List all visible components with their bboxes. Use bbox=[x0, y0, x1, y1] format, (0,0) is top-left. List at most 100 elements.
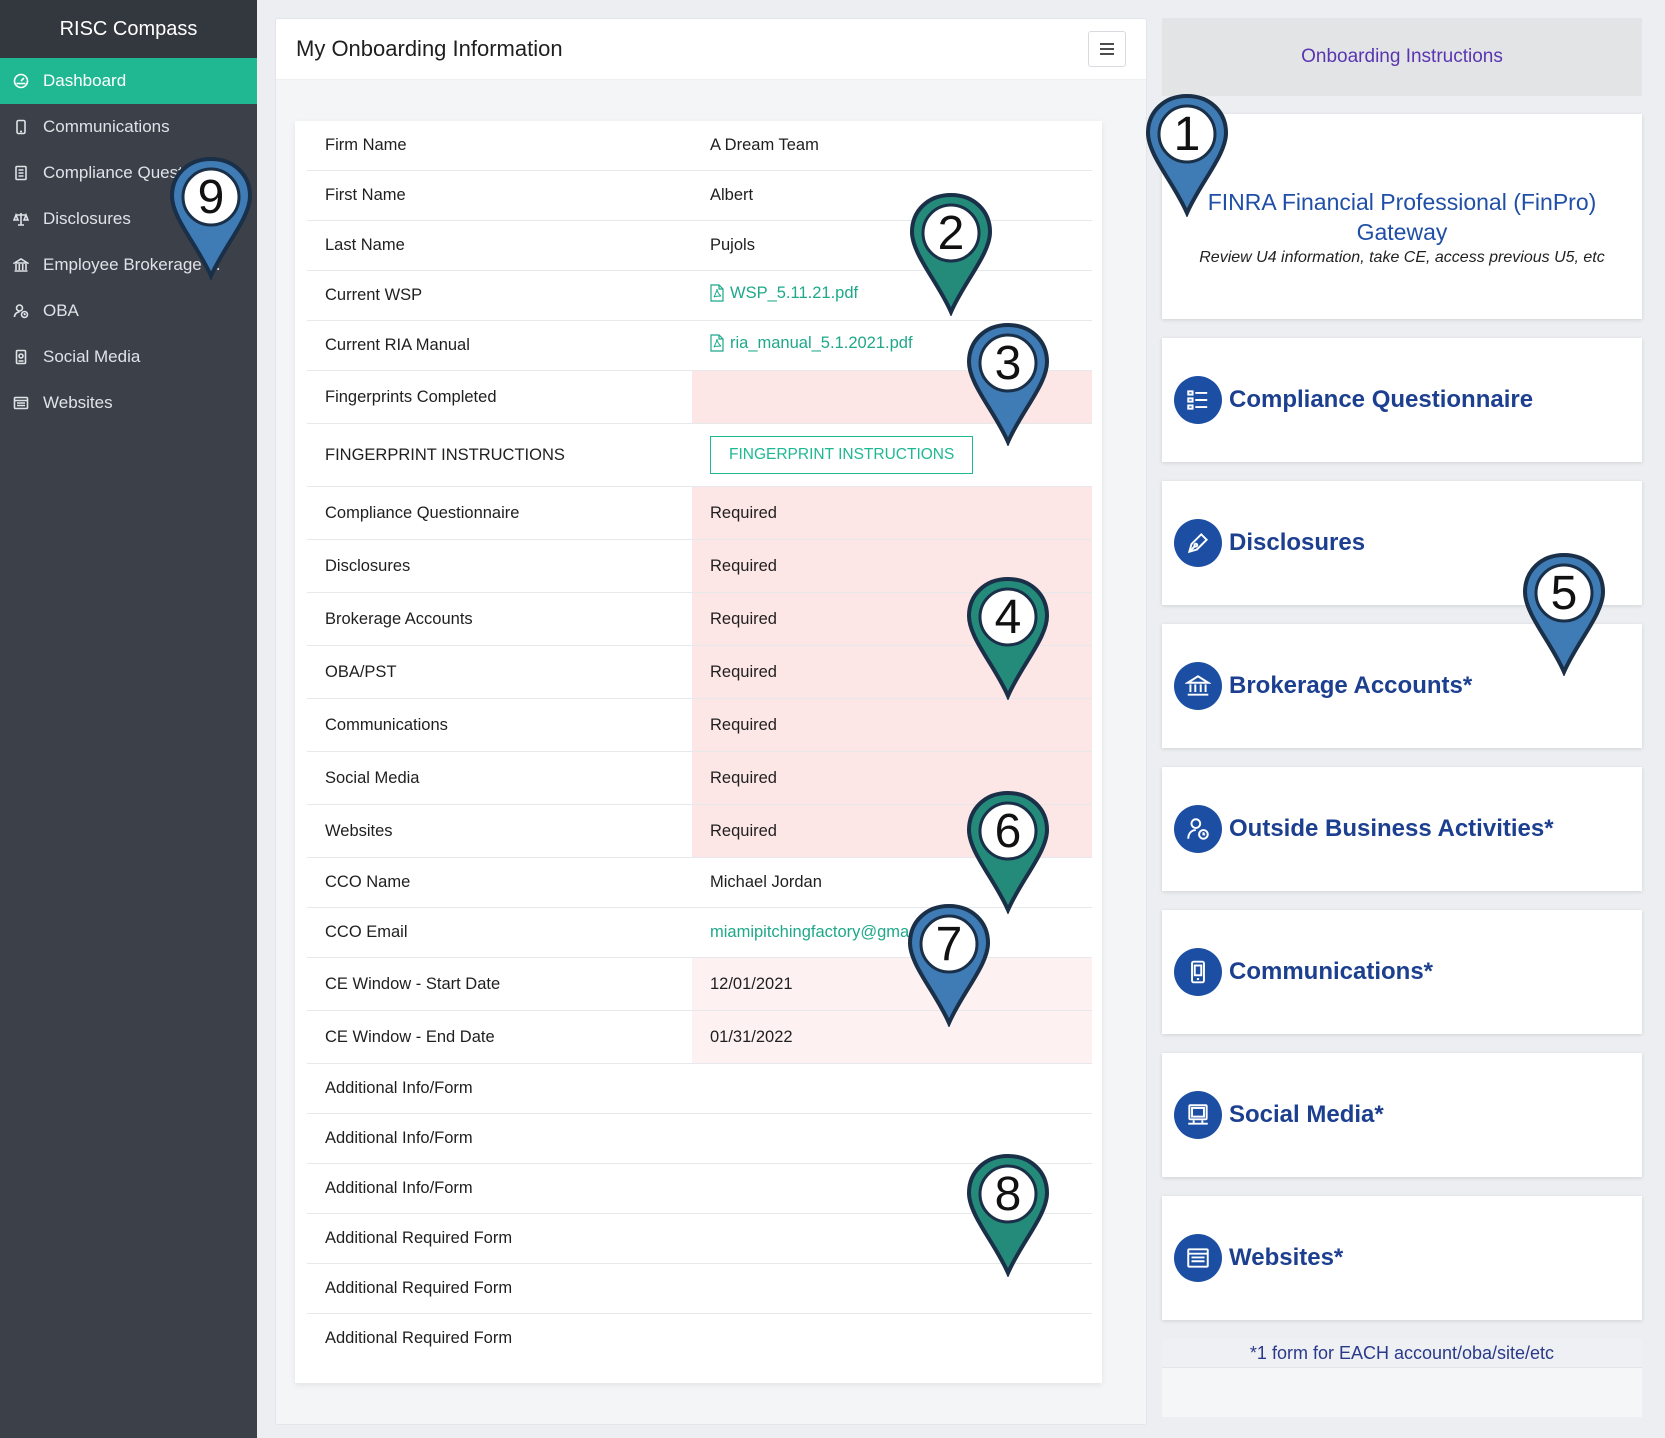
sidebar-item-label: Compliance Quest bbox=[43, 163, 183, 182]
sidebar-item-label: Social Media bbox=[43, 347, 141, 366]
pdf-file-icon bbox=[710, 284, 724, 302]
user-clock-icon bbox=[12, 302, 30, 320]
status-required: Required bbox=[692, 486, 1092, 540]
row-label: CCO Email bbox=[307, 907, 692, 958]
card-label: Brokerage Accounts* bbox=[1229, 672, 1473, 699]
page-title: My Onboarding Information bbox=[296, 36, 563, 61]
annotation-pin-1: 1 bbox=[1144, 93, 1230, 217]
scale-icon bbox=[12, 210, 30, 228]
table-row: Compliance Questionnaire Required bbox=[307, 486, 1092, 540]
social-media-card[interactable]: Social Media* bbox=[1162, 1053, 1642, 1177]
pin-number: 8 bbox=[994, 1168, 1022, 1221]
pin-number: 4 bbox=[994, 591, 1022, 644]
row-label: CE Window - End Date bbox=[307, 1010, 692, 1064]
row-label: CCO Name bbox=[307, 857, 692, 908]
annotation-pin-3: 3 bbox=[965, 322, 1051, 446]
user-clock-icon bbox=[1174, 805, 1222, 853]
sidebar-item-communications[interactable]: Communications bbox=[0, 104, 257, 150]
annotation-pin-5: 5 bbox=[1521, 552, 1607, 676]
pin-number: 2 bbox=[937, 207, 965, 260]
card-label: Communications* bbox=[1229, 958, 1434, 985]
panel-header: My Onboarding Information bbox=[276, 19, 1146, 80]
table-row: Communications Required bbox=[307, 698, 1092, 752]
row-label: Additional Info/Form bbox=[307, 1163, 692, 1214]
row-value-empty bbox=[692, 1314, 1092, 1364]
card-label: Outside Business Activities* bbox=[1229, 815, 1554, 842]
row-label: Social Media bbox=[307, 751, 692, 805]
phone-icon bbox=[12, 118, 30, 136]
row-label: Brokerage Accounts bbox=[307, 592, 692, 646]
sidebar-item-label: Websites bbox=[43, 393, 113, 412]
ria-manual-pdf-link[interactable]: ria_manual_5.1.2021.pdf bbox=[710, 334, 913, 353]
annotation-pin-4: 4 bbox=[965, 576, 1051, 700]
sidebar-item-websites[interactable]: Websites bbox=[0, 380, 257, 426]
sidebar-item-oba[interactable]: OBA bbox=[0, 288, 257, 334]
hamburger-icon bbox=[1100, 43, 1114, 55]
footnote-text: *1 form for EACH account/oba/site/etc bbox=[1162, 1339, 1642, 1367]
hamburger-menu-button[interactable] bbox=[1088, 31, 1126, 67]
row-value-empty bbox=[692, 1063, 1092, 1114]
finra-gateway-title[interactable]: FINRA Financial Professional (FinPro) Ga… bbox=[1162, 187, 1642, 247]
sidebar-item-label: OBA bbox=[43, 301, 79, 320]
finra-gateway-card[interactable]: FINRA Financial Professional (FinPro) Ga… bbox=[1162, 114, 1642, 319]
pin-number: 9 bbox=[197, 171, 225, 224]
card-label: Disclosures bbox=[1229, 529, 1366, 556]
footnote-divider bbox=[1162, 1367, 1642, 1417]
cco-email-link[interactable]: miamipitchingfactory@gma bbox=[710, 923, 909, 942]
sidebar-item-dashboard[interactable]: Dashboard bbox=[0, 58, 257, 104]
row-label: Fingerprints Completed bbox=[307, 370, 692, 424]
row-label: Compliance Questionnaire bbox=[307, 486, 692, 540]
row-label: CE Window - Start Date bbox=[307, 957, 692, 1011]
annotation-pin-8: 8 bbox=[965, 1153, 1051, 1277]
dashboard-icon bbox=[12, 72, 30, 90]
pin-number: 5 bbox=[1550, 567, 1578, 620]
row-label: FINGERPRINT INSTRUCTIONS bbox=[307, 423, 692, 487]
row-label: Current WSP bbox=[307, 270, 692, 321]
card-label: Websites* bbox=[1229, 1244, 1344, 1271]
footnote-box: *1 form for EACH account/oba/site/etc bbox=[1162, 1339, 1642, 1417]
websites-card[interactable]: Websites* bbox=[1162, 1196, 1642, 1320]
first-name-value: Albert bbox=[692, 170, 1092, 221]
communications-card[interactable]: Communications* bbox=[1162, 910, 1642, 1034]
annotation-pin-2: 2 bbox=[908, 192, 994, 316]
monitor-icon bbox=[1174, 1091, 1222, 1139]
card-label: Social Media* bbox=[1229, 1101, 1384, 1128]
row-label: Additional Required Form bbox=[325, 1329, 513, 1347]
sidebar-item-label: Disclosures bbox=[43, 209, 131, 228]
row-label: OBA/PST bbox=[307, 645, 692, 699]
outside-business-activities-card[interactable]: Outside Business Activities* bbox=[1162, 767, 1642, 891]
row-label: Communications bbox=[307, 698, 692, 752]
fingerprint-instructions-button[interactable]: FINGERPRINT INSTRUCTIONS bbox=[710, 436, 974, 474]
finra-gateway-subtitle: Review U4 information, take CE, access p… bbox=[1199, 248, 1605, 266]
table-row: Firm Name A Dream Team bbox=[307, 121, 1092, 171]
last-name-value: Pujols bbox=[692, 220, 1092, 271]
table-row: Additional Info/Form bbox=[307, 1063, 1092, 1114]
firm-name-value: A Dream Team bbox=[692, 121, 1092, 171]
annotation-pin-6: 6 bbox=[965, 790, 1051, 914]
pin-number: 7 bbox=[935, 918, 963, 971]
sidebar-item-label: Communications bbox=[43, 117, 170, 136]
row-label: Disclosures bbox=[307, 539, 692, 593]
table-row: Additional Required Form bbox=[307, 1314, 1092, 1364]
sidebar-item-label: Dashboard bbox=[43, 71, 127, 90]
pen-icon bbox=[1174, 519, 1222, 567]
sidebar-item-social-media[interactable]: Social Media bbox=[0, 334, 257, 380]
pin-number: 3 bbox=[994, 337, 1022, 390]
document-list-icon bbox=[12, 164, 30, 182]
wsp-pdf-link[interactable]: WSP_5.11.21.pdf bbox=[710, 284, 858, 303]
card-label: Compliance Questionnaire bbox=[1229, 386, 1534, 413]
row-label: Additional Info/Form bbox=[307, 1113, 692, 1164]
bank-icon bbox=[12, 256, 30, 274]
row-label: Websites bbox=[307, 804, 692, 858]
pdf-file-icon bbox=[710, 334, 724, 352]
onboarding-instructions-column: Onboarding Instructions FINRA Financial … bbox=[1162, 18, 1642, 1417]
browser-icon bbox=[12, 394, 30, 412]
row-label: Additional Required Form bbox=[307, 1263, 692, 1314]
brand-title: RISC Compass bbox=[0, 0, 257, 58]
pin-number: 6 bbox=[994, 805, 1022, 858]
annotation-pin-7: 7 bbox=[906, 903, 992, 1027]
ce-end-date-value: 01/31/2022 bbox=[692, 1010, 1092, 1064]
ce-start-date-value: 12/01/2021 bbox=[692, 957, 1092, 1011]
compliance-questionnaire-card[interactable]: Compliance Questionnaire bbox=[1162, 338, 1642, 462]
row-label: First Name bbox=[307, 170, 692, 221]
